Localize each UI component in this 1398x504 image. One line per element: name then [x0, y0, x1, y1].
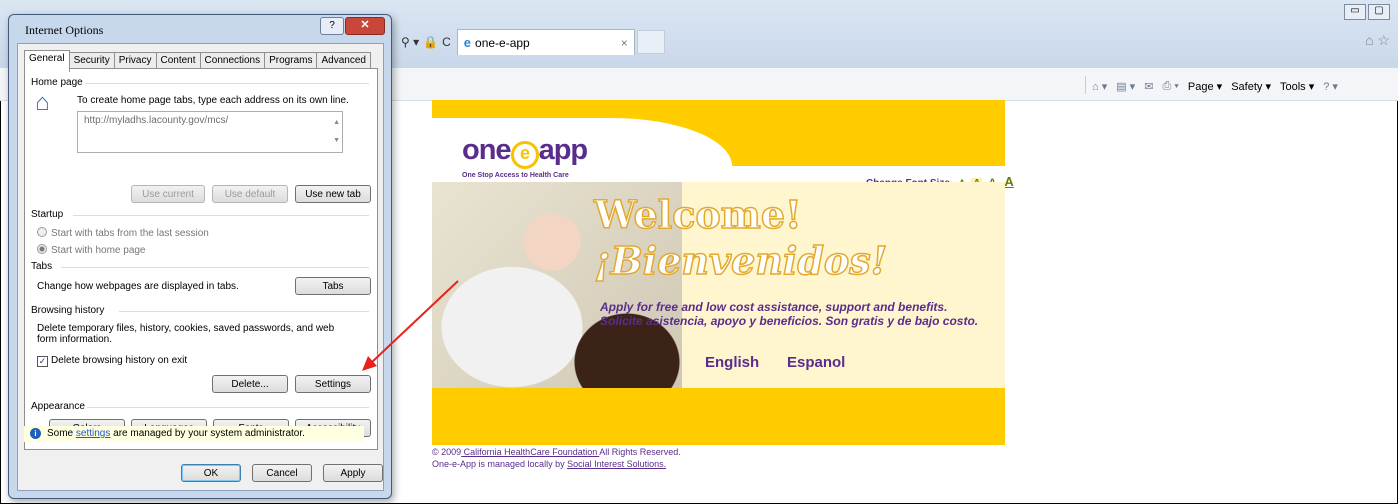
- annotation-arrow-line: [371, 280, 459, 363]
- annotation-arrow: [362, 280, 459, 371]
- tab-general[interactable]: General: [24, 50, 70, 72]
